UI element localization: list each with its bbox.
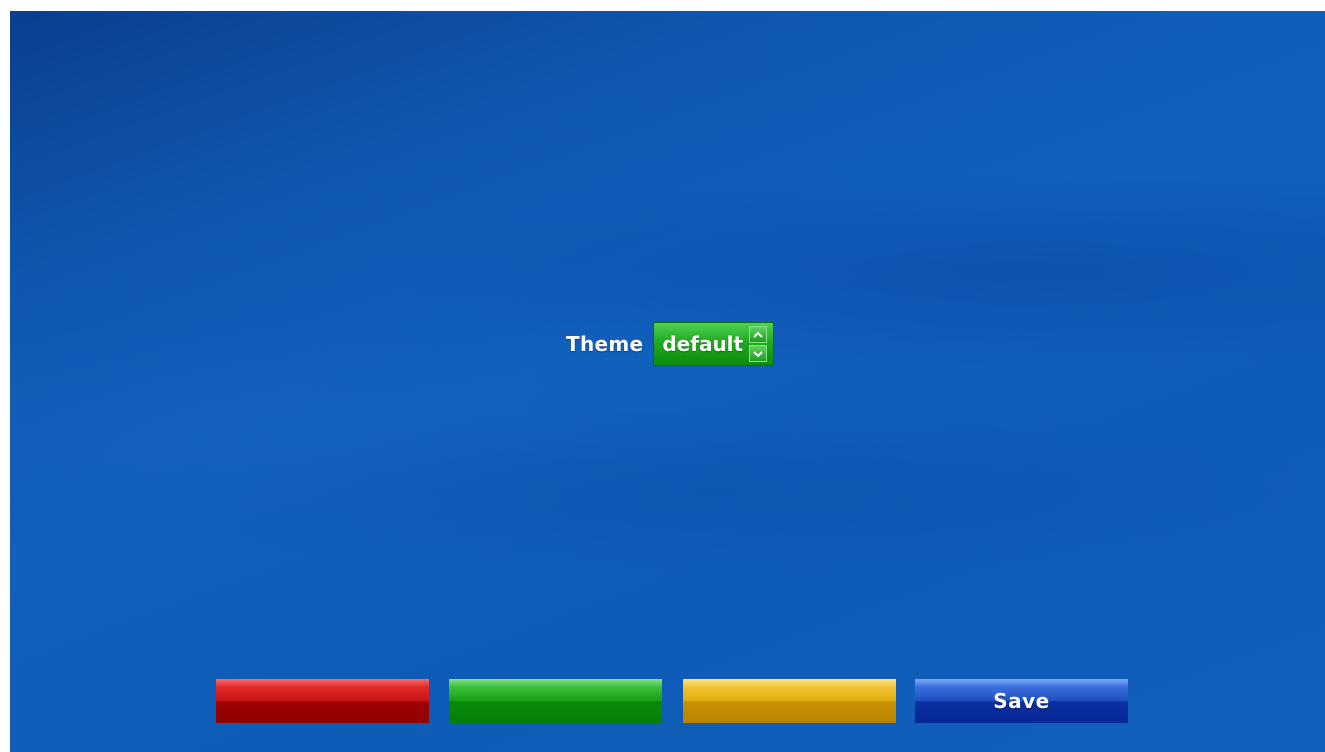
red-button[interactable] (216, 679, 429, 723)
theme-value: default (662, 332, 744, 356)
theme-spinner (749, 323, 773, 365)
color-button-bar: Save (216, 679, 1128, 723)
arrow-up-icon[interactable] (749, 326, 768, 343)
theme-setting-row: Theme default (566, 322, 775, 366)
theme-selector[interactable]: default (653, 322, 775, 366)
green-button[interactable] (449, 679, 662, 723)
theme-label: Theme (566, 332, 644, 356)
arrow-down-icon[interactable] (749, 345, 768, 362)
yellow-button[interactable] (683, 679, 896, 723)
save-button[interactable]: Save (915, 679, 1128, 723)
setup-screen: Theme default Save (10, 11, 1325, 752)
